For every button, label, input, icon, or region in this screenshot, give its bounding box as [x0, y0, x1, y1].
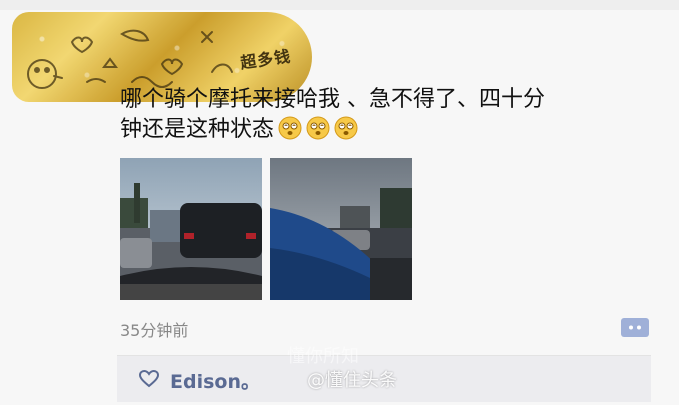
comment-menu-button[interactable] — [621, 318, 649, 337]
dizzy-face-emoji-icon — [278, 116, 302, 140]
likes-section: Edison。 懂你所知 @懂住头条 — [117, 346, 651, 402]
top-divider — [0, 0, 679, 10]
moments-post: 超多钱 哪个骑个摩托来接哈我 、急不得了、四十分 钟还是这种状态 35分钟前 E… — [0, 0, 679, 405]
photo-2[interactable] — [270, 158, 412, 300]
more-dots-icon — [629, 325, 641, 330]
faded-watermark: 懂你所知 — [287, 346, 359, 367]
post-timestamp: 35分钟前 — [120, 321, 189, 340]
post-text-line-1: 哪个骑个摩托来接哈我 、急不得了、四十分 — [120, 87, 545, 112]
liker-name[interactable]: Edison。 — [170, 367, 260, 394]
post-text-line-2: 钟还是这种状态 — [120, 117, 275, 142]
heart-icon — [139, 370, 159, 388]
source-watermark: @懂住头条 — [307, 370, 397, 391]
post-text-line-2-wrapper: 钟还是这种状态 — [120, 115, 640, 145]
dizzy-face-emoji-icon — [334, 116, 358, 140]
dizzy-face-emoji-icon — [306, 116, 330, 140]
photo-1[interactable] — [120, 158, 262, 300]
traffic-jam-photo-icon — [120, 158, 262, 300]
post-text: 哪个骑个摩托来接哈我 、急不得了、四十分 钟还是这种状态 — [120, 85, 640, 145]
traffic-jam-photo-icon — [270, 158, 412, 300]
